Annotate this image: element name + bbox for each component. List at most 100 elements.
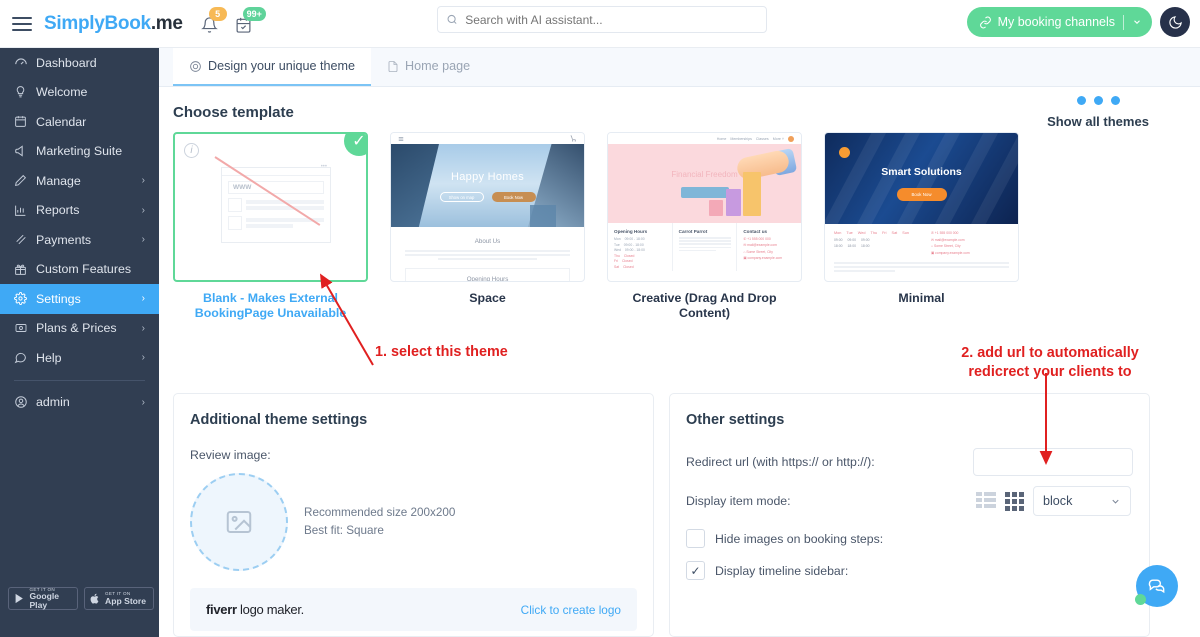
template-card-space[interactable]: Happy Homes Show on map Book Now About U… bbox=[390, 132, 585, 321]
tab-bar: Design your unique theme Home page bbox=[159, 48, 1200, 87]
hint-line-2: Best fit: Square bbox=[304, 524, 384, 537]
sidebar-label: Custom Features bbox=[36, 262, 132, 277]
show-all-themes[interactable]: Show all themes bbox=[1023, 96, 1173, 129]
hide-images-label: Hide images on booking steps: bbox=[715, 531, 884, 546]
sidebar-item-payments[interactable]: Payments › bbox=[0, 225, 159, 255]
image-placeholder-icon bbox=[226, 511, 252, 533]
sidebar-item-account[interactable]: admin › bbox=[0, 388, 159, 418]
preview-column-title: Opening Hours bbox=[614, 229, 648, 234]
cart-icon bbox=[570, 135, 576, 142]
template-card-blank[interactable]: i WWW ✓ Blank - Makes External BookingPa… bbox=[173, 132, 368, 321]
logo-primary-text: SimplyBook bbox=[44, 12, 151, 34]
bar-chart-icon bbox=[14, 204, 36, 217]
sun-shape bbox=[839, 147, 850, 158]
store-large-text: Google Play bbox=[29, 591, 60, 610]
search-box[interactable] bbox=[437, 6, 767, 33]
sidebar-item-settings[interactable]: Settings › bbox=[0, 284, 159, 314]
display-mode-select[interactable]: block bbox=[1033, 486, 1131, 516]
redirect-url-row: Redirect url (with https:// or http://): bbox=[686, 448, 1133, 476]
tab-label: Home page bbox=[405, 59, 471, 73]
chevron-right-icon: › bbox=[141, 234, 145, 246]
tab-home-page[interactable]: Home page bbox=[371, 48, 486, 86]
grid-view-icon[interactable] bbox=[1005, 491, 1024, 511]
preview-button: Book Now bbox=[491, 192, 536, 202]
preview-column-title: Contact us bbox=[743, 229, 768, 234]
theme-toggle-button[interactable] bbox=[1160, 7, 1190, 37]
pencil-icon bbox=[14, 174, 36, 187]
hide-images-checkbox-row[interactable]: Hide images on booking steps: bbox=[686, 529, 1133, 548]
calendar-tasks-icon[interactable]: 99+ bbox=[235, 6, 266, 35]
info-icon[interactable]: i bbox=[184, 143, 199, 158]
review-image-label: Review image: bbox=[190, 448, 271, 462]
list-view-icon[interactable] bbox=[976, 491, 996, 511]
template-card-minimal[interactable]: Smart Solutions Book Now Mon Tue Wed Thu Fri… bbox=[824, 132, 1019, 321]
preview-hero: Smart Solutions Book Now bbox=[825, 133, 1018, 224]
preview-button: Show on map bbox=[439, 192, 484, 202]
additional-theme-settings-panel: Additional theme settings Review image: … bbox=[173, 393, 654, 637]
notifications-bell-icon[interactable]: 5 bbox=[200, 6, 227, 35]
app-root: SimplyBook.me 5 99+ Search with AI assis… bbox=[0, 0, 1200, 637]
preview-navbar bbox=[391, 133, 584, 144]
divider bbox=[1123, 14, 1124, 30]
app-store-badges: GET IT ON Google Play GET IT ON App Stor… bbox=[8, 587, 154, 610]
display-timeline-checkbox-row[interactable]: ✓ Display timeline sidebar: bbox=[686, 561, 1133, 580]
display-item-mode-row: Display item mode: block bbox=[686, 486, 1133, 516]
chat-widget-button[interactable] bbox=[1135, 565, 1178, 607]
google-play-badge[interactable]: GET IT ON Google Play bbox=[8, 587, 78, 610]
display-timeline-checkbox[interactable]: ✓ bbox=[686, 561, 705, 580]
chevron-right-icon: › bbox=[141, 322, 145, 334]
hamburger-icon[interactable] bbox=[12, 16, 32, 31]
sidebar-label: Calendar bbox=[36, 114, 87, 129]
sidebar-item-plans-prices[interactable]: Plans & Prices › bbox=[0, 314, 159, 344]
sidebar-item-dashboard[interactable]: Dashboard bbox=[0, 48, 159, 78]
sidebar-item-reports[interactable]: Reports › bbox=[0, 196, 159, 226]
sidebar-item-manage[interactable]: Manage › bbox=[0, 166, 159, 196]
sidebar-item-help[interactable]: Help › bbox=[0, 343, 159, 373]
sidebar-item-welcome[interactable]: Welcome bbox=[0, 78, 159, 108]
card-icon bbox=[14, 322, 36, 334]
palette-icon bbox=[190, 60, 201, 72]
store-large-text: App Store bbox=[105, 595, 147, 606]
app-logo[interactable]: SimplyBook.me bbox=[44, 13, 183, 35]
preview-paragraph bbox=[825, 262, 1018, 272]
sidebar-label: Help bbox=[36, 350, 62, 365]
chevron-right-icon: › bbox=[141, 175, 145, 187]
template-name: Minimal bbox=[898, 291, 945, 305]
preview-hero-title: Happy Homes bbox=[451, 171, 524, 183]
template-name: Space bbox=[469, 291, 506, 305]
chat-icon bbox=[14, 351, 36, 364]
avatar bbox=[788, 135, 794, 142]
sidebar-label: Manage bbox=[36, 173, 81, 188]
redirect-url-input[interactable] bbox=[973, 448, 1133, 476]
template-thumbnail: Home Memberships Classes More ˅ Financial F… bbox=[607, 132, 802, 282]
status-dot bbox=[1135, 594, 1146, 605]
my-booking-channels-button[interactable]: My booking channels bbox=[966, 7, 1152, 37]
sidebar-item-marketing-suite[interactable]: Marketing Suite bbox=[0, 137, 159, 167]
dashboard-icon bbox=[14, 56, 36, 70]
sidebar-item-calendar[interactable]: Calendar bbox=[0, 107, 159, 137]
chevron-down-icon[interactable] bbox=[1132, 17, 1142, 27]
app-store-badge[interactable]: GET IT ON App Store bbox=[84, 587, 154, 610]
review-image-dropzone[interactable] bbox=[190, 473, 288, 571]
preview-hero-title: Smart Solutions bbox=[881, 166, 962, 178]
show-all-themes-label[interactable]: Show all themes bbox=[1023, 114, 1173, 129]
hide-images-checkbox[interactable] bbox=[686, 529, 705, 548]
search-input[interactable] bbox=[465, 12, 758, 27]
create-logo-link[interactable]: Click to create logo bbox=[521, 603, 621, 617]
redirect-url-label: Redirect url (with https:// or http://): bbox=[686, 455, 875, 469]
template-card-creative[interactable]: Home Memberships Classes More ˅ Financial F… bbox=[607, 132, 802, 321]
preview-navbar: Home Memberships Classes More ˅ bbox=[608, 133, 801, 144]
template-name: Creative (Drag And Drop Content) bbox=[632, 291, 777, 321]
annotation-step-1: 1. select this theme bbox=[375, 344, 508, 360]
top-bar: SimplyBook.me 5 99+ Search with AI assis… bbox=[0, 0, 1200, 48]
fiverr-logo-maker-banner[interactable]: fiverr logo maker. Click to create logo bbox=[190, 588, 637, 631]
template-thumbnail: Happy Homes Show on map Book Now About U… bbox=[390, 132, 585, 282]
preview-hero: Happy Homes Show on map Book Now bbox=[391, 144, 584, 227]
preview-card-title: Opening Hours bbox=[405, 268, 570, 281]
link-icon bbox=[979, 16, 991, 28]
selected-check-icon: ✓ bbox=[344, 134, 366, 156]
fiverr-brand-bold: fiverr bbox=[206, 602, 237, 617]
sidebar-item-custom-features[interactable]: Custom Features bbox=[0, 255, 159, 285]
tab-design-your-unique-theme[interactable]: Design your unique theme bbox=[173, 48, 372, 86]
image-hints: Recommended size 200x200 Best fit: Squar… bbox=[304, 504, 455, 540]
